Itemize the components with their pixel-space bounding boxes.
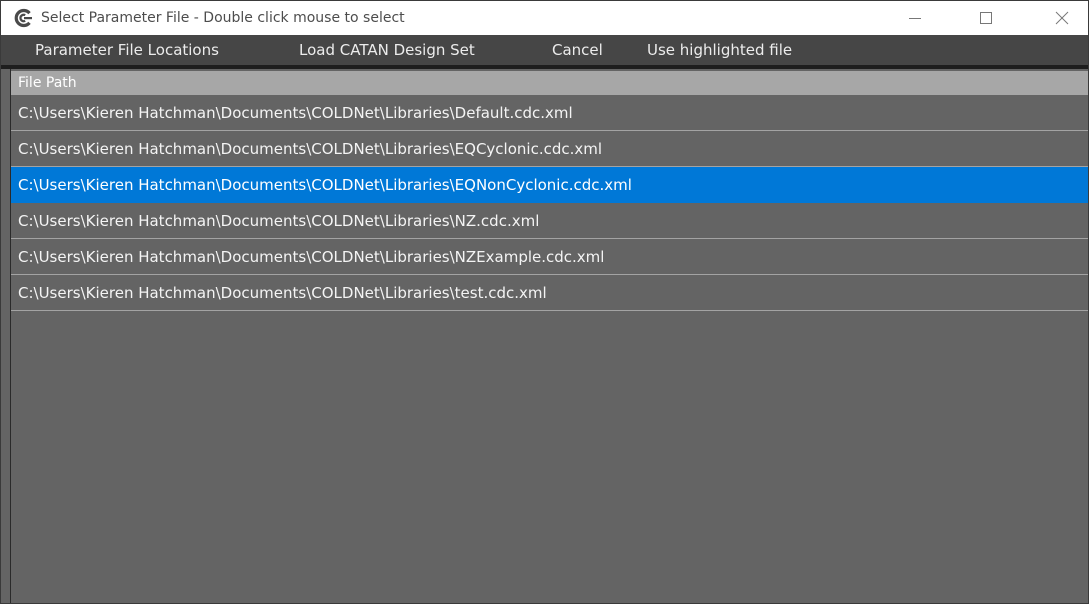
file-row[interactable]: C:\Users\Kieren Hatchman\Documents\COLDN…: [11, 203, 1088, 239]
column-header-file-path[interactable]: File Path: [11, 71, 1088, 95]
menu-bar: Parameter File Locations Load CATAN Desi…: [1, 35, 1088, 65]
file-row[interactable]: C:\Users\Kieren Hatchman\Documents\COLDN…: [11, 239, 1088, 275]
maximize-icon: [980, 12, 992, 24]
file-rows: C:\Users\Kieren Hatchman\Documents\COLDN…: [11, 95, 1088, 311]
menu-use-highlighted-file[interactable]: Use highlighted file: [647, 35, 792, 65]
app-logo-icon: [14, 8, 32, 28]
minimize-button[interactable]: [892, 1, 938, 35]
menu-load-catan-design-set[interactable]: Load CATAN Design Set: [299, 35, 475, 65]
file-row[interactable]: C:\Users\Kieren Hatchman\Documents\COLDN…: [11, 275, 1088, 311]
file-row[interactable]: C:\Users\Kieren Hatchman\Documents\COLDN…: [11, 95, 1088, 131]
parameter-file-dialog: Select Parameter File - Double click mou…: [0, 0, 1089, 604]
file-row[interactable]: C:\Users\Kieren Hatchman\Documents\COLDN…: [11, 131, 1088, 167]
file-row-selected[interactable]: C:\Users\Kieren Hatchman\Documents\COLDN…: [11, 167, 1088, 203]
maximize-button[interactable]: [963, 1, 1009, 35]
menu-parameter-file-locations[interactable]: Parameter File Locations: [35, 35, 219, 65]
close-icon: [1055, 11, 1069, 25]
minimize-icon: [909, 18, 921, 19]
window-title: Select Parameter File - Double click mou…: [41, 10, 405, 26]
menu-cancel[interactable]: Cancel: [552, 35, 603, 65]
title-bar[interactable]: Select Parameter File - Double click mou…: [1, 1, 1088, 35]
close-button[interactable]: [1039, 1, 1085, 35]
file-list[interactable]: File Path C:\Users\Kieren Hatchman\Docum…: [10, 69, 1088, 603]
